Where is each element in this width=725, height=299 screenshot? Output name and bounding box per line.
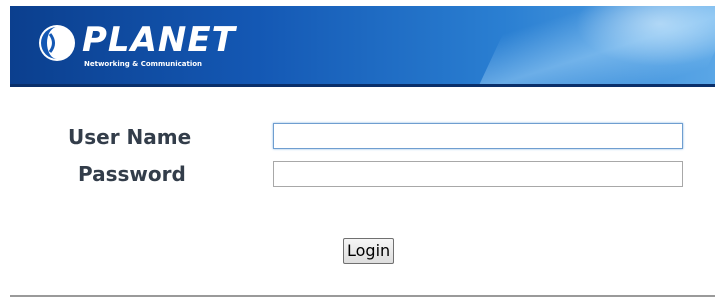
brand-tagline: Networking & Communication (84, 60, 203, 68)
login-page: PLANET Networking & Communication User N… (0, 0, 725, 299)
login-form: User Name Password Login (10, 87, 715, 297)
username-label: User Name (68, 125, 192, 149)
header-banner: PLANET Networking & Communication (10, 6, 715, 87)
planet-logo: PLANET Networking & Communication (38, 20, 235, 72)
password-field[interactable] (273, 161, 683, 187)
password-label: Password (78, 162, 186, 186)
login-button[interactable]: Login (343, 238, 395, 264)
planet-globe-icon (39, 25, 75, 61)
brand-name: PLANET (82, 20, 236, 60)
banner-light-streak (469, 6, 715, 84)
username-field[interactable] (273, 123, 683, 149)
